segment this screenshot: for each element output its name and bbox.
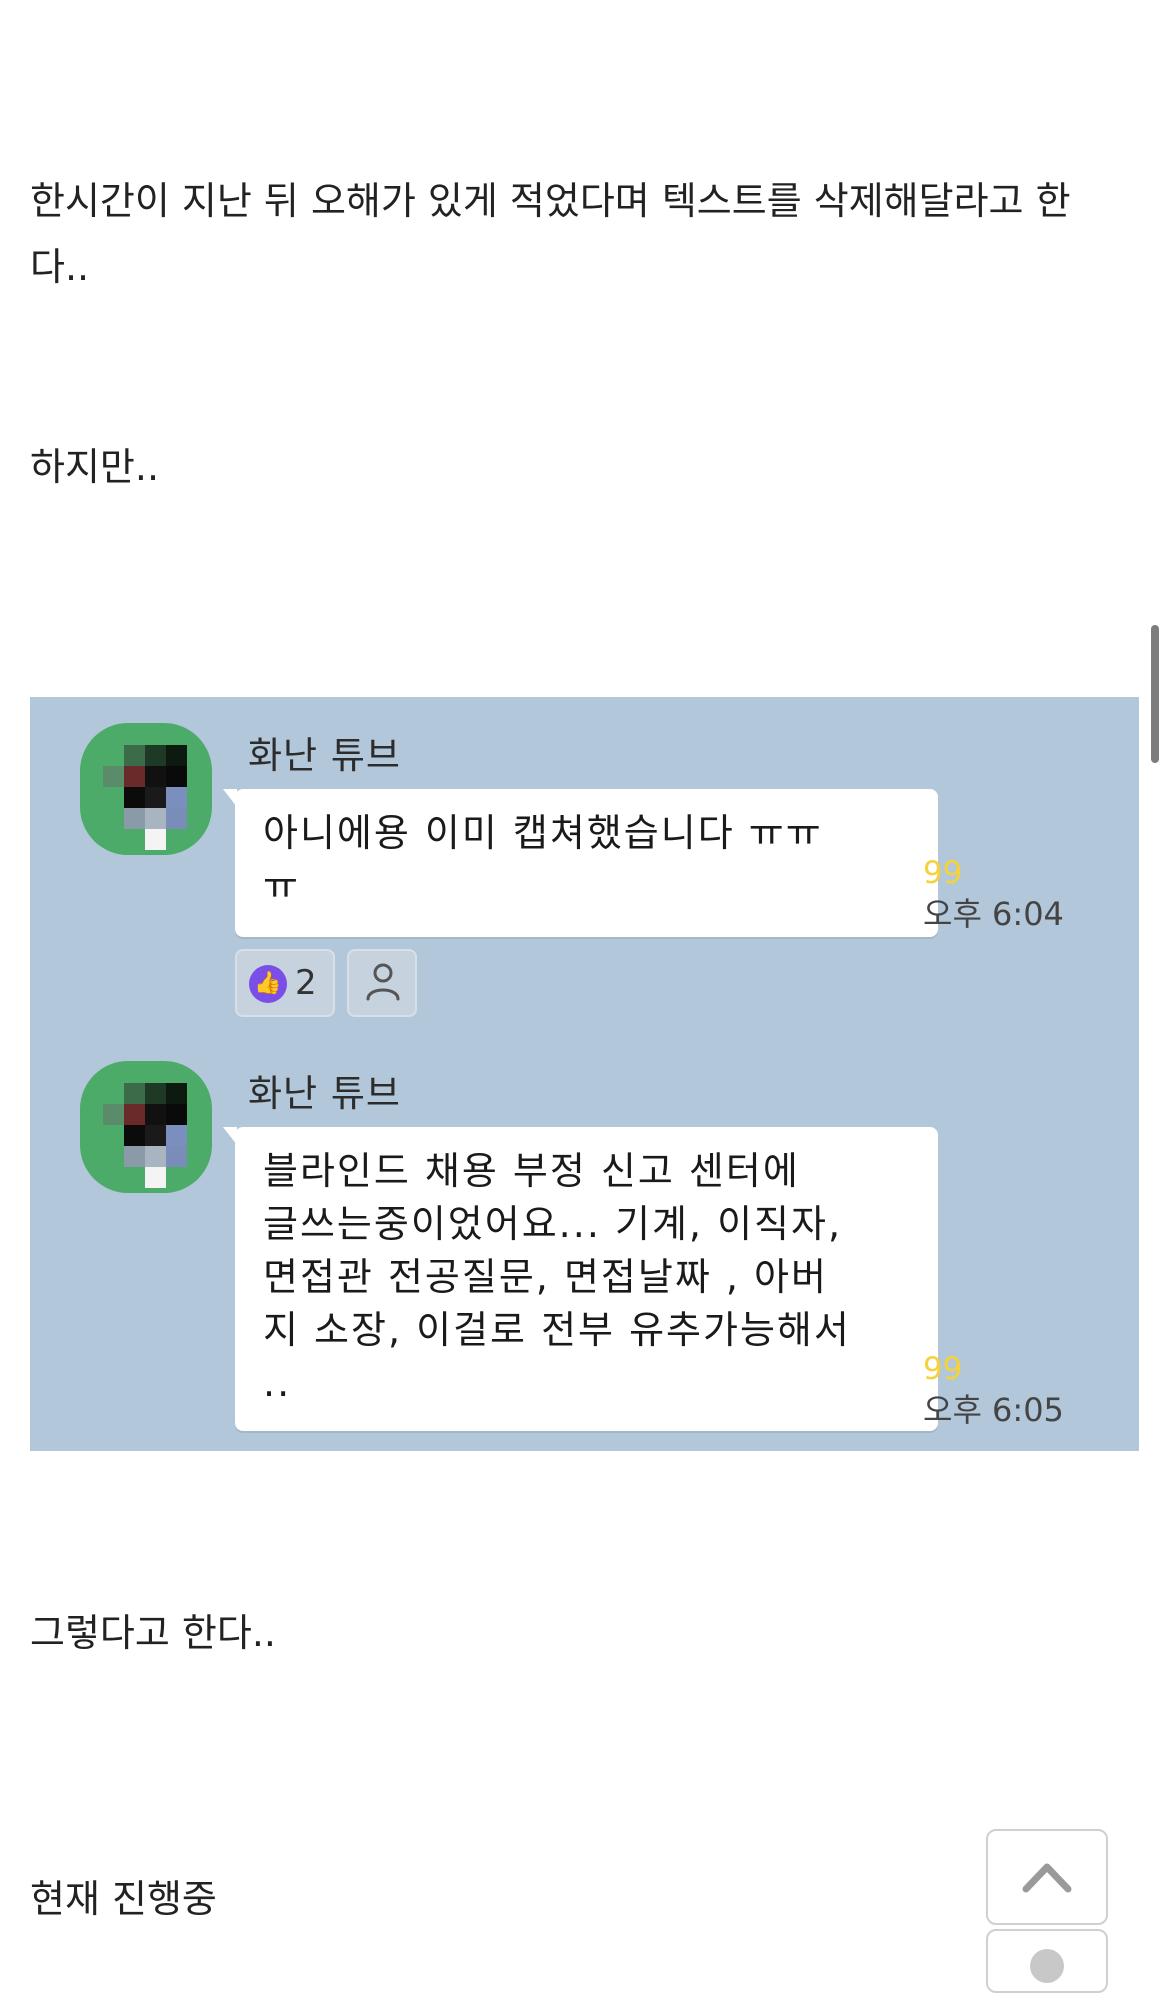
- message-meta: 99 오후 6:04: [923, 853, 1064, 935]
- sender-name: 화난 튜브: [248, 734, 401, 777]
- person-icon: [366, 963, 400, 1001]
- message-meta: 99 오후 6:05: [923, 1349, 1064, 1431]
- sender-avatar: [80, 1061, 212, 1193]
- message-bubble[interactable]: 아니에용 이미 캡쳐했습니다 ㅠㅠ ㅠ: [223, 789, 938, 937]
- scroll-to-top-button[interactable]: [986, 1829, 1108, 1925]
- message-time: 오후 6:05: [923, 1391, 1064, 1429]
- message-bubble[interactable]: 블라인드 채용 부정 신고 센터에 글쓰는중이었어요... 기계, 이직자, 면…: [223, 1127, 938, 1431]
- scrollbar-thumb[interactable]: [1151, 625, 1159, 763]
- post-paragraph: 한시간이 지난 뒤 오해가 있게 적었다며 텍스트를 삭제해달라고 한다..: [30, 179, 1071, 289]
- unread-count: 99: [923, 1351, 963, 1387]
- thumbs-up-icon: 👍: [249, 965, 287, 1003]
- reaction-members-button[interactable]: [347, 949, 417, 1017]
- circle-icon: [1030, 1949, 1064, 1983]
- chevron-up-icon: [1022, 1863, 1072, 1893]
- like-reaction-button[interactable]: 👍 2: [235, 949, 335, 1017]
- post-paragraph: 하지만..: [30, 445, 160, 489]
- floating-action-button[interactable]: [986, 1929, 1108, 1993]
- post-paragraph: 그렇다고 한다..: [30, 1611, 276, 1655]
- message-text: 아니에용 이미 캡쳐했습니다 ㅠㅠ ㅠ: [263, 811, 823, 908]
- sender-avatar: [80, 723, 212, 855]
- message-time: 오후 6:04: [923, 895, 1064, 933]
- like-count: 2: [295, 963, 317, 1003]
- sender-name: 화난 튜브: [248, 1072, 401, 1115]
- unread-count: 99: [923, 855, 963, 891]
- chat-screenshot: 화난 튜브 아니에용 이미 캡쳐했습니다 ㅠㅠ ㅠ 99 오후 6:04 👍 2…: [30, 697, 1139, 1451]
- post-paragraph: 현재 진행중: [30, 1877, 217, 1921]
- message-text: 블라인드 채용 부정 신고 센터에 글쓰는중이었어요... 기계, 이직자, 면…: [263, 1149, 851, 1405]
